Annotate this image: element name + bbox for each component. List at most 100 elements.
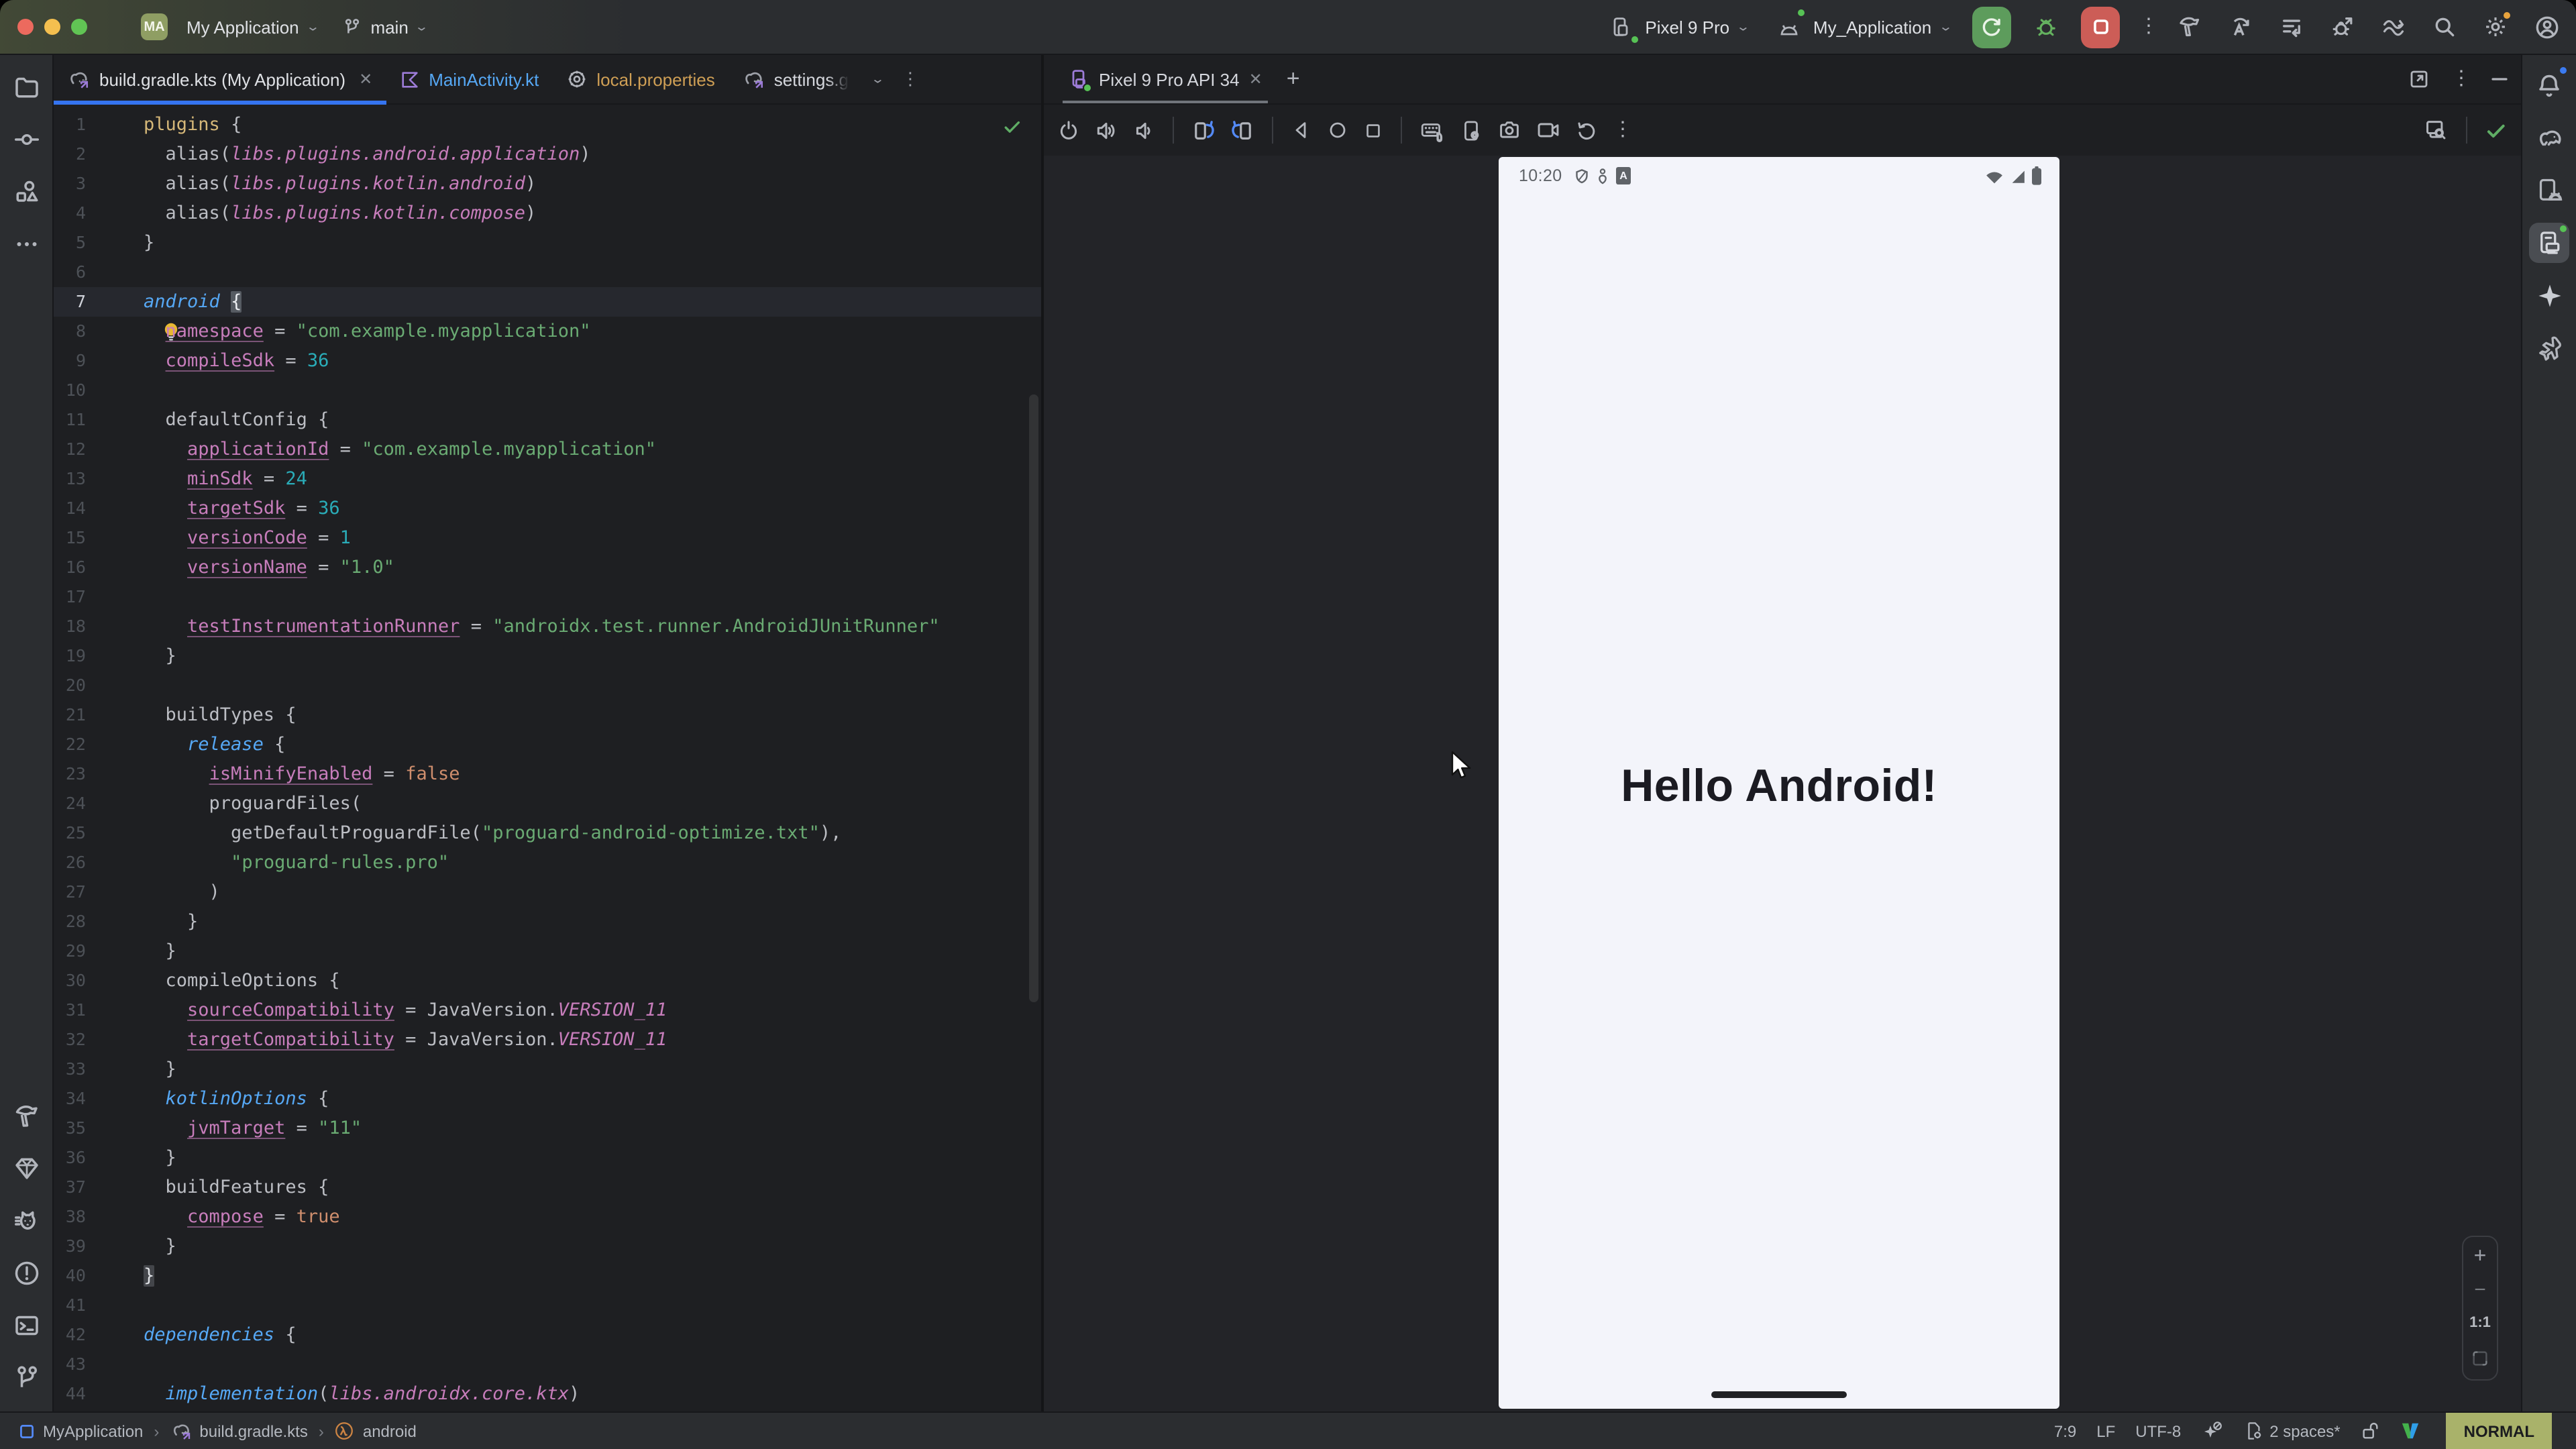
tab-mainactivity[interactable]: MainActivity.kt	[386, 55, 552, 103]
code-line[interactable]: 33 }	[54, 1055, 1041, 1084]
code-line[interactable]: 35 jvmTarget = "11"	[54, 1114, 1041, 1143]
home-icon[interactable]	[1327, 119, 1348, 141]
search-everywhere-button[interactable]	[2428, 11, 2461, 43]
tool-gradle[interactable]	[2529, 118, 2569, 158]
tool-running-devices[interactable]	[2529, 223, 2569, 263]
code-line[interactable]: 34 kotlinOptions {	[54, 1084, 1041, 1114]
panel-options-kebab[interactable]: ⋮	[2451, 72, 2467, 86]
screenshot-camera-icon[interactable]	[1497, 118, 1521, 142]
volume-down-icon[interactable]	[1132, 119, 1155, 142]
settings-button[interactable]	[2479, 11, 2512, 43]
code-line[interactable]: 18 testInstrumentationRunner = "androidx…	[54, 612, 1041, 641]
code-line[interactable]: 6	[54, 258, 1041, 287]
debug-button[interactable]	[2030, 11, 2062, 43]
hardware-input-icon[interactable]	[1419, 117, 1445, 143]
open-in-window-icon[interactable]	[2408, 68, 2430, 90]
attach-debugger-button[interactable]	[2326, 11, 2359, 43]
zoom-select-icon[interactable]	[2424, 118, 2449, 142]
file-lock-indicator[interactable]	[2361, 1421, 2381, 1441]
tool-commit[interactable]	[6, 119, 46, 160]
code-line[interactable]: 9 compileSdk = 36	[54, 346, 1041, 376]
code-line[interactable]: 10	[54, 376, 1041, 405]
code-line[interactable]: 2 alias(libs.plugins.android.application…	[54, 140, 1041, 169]
breadcrumb-file[interactable]: build.gradle.kts	[170, 1420, 307, 1442]
breadcrumb-symbol[interactable]: android	[335, 1421, 417, 1441]
zoom-level-label[interactable]: 1:1	[2469, 1315, 2491, 1331]
code-line[interactable]: 40}	[54, 1261, 1041, 1291]
code-line[interactable]: 12 applicationId = "com.example.myapplic…	[54, 435, 1041, 464]
editor-scrollbar[interactable]	[1029, 394, 1038, 1002]
inspections-ok-check-icon[interactable]	[1002, 117, 1022, 137]
volume-up-icon[interactable]	[1095, 119, 1118, 142]
close-window-button[interactable]	[17, 19, 34, 35]
tab-options-kebab[interactable]: ⋮	[892, 55, 928, 103]
code-line[interactable]: 27 )	[54, 877, 1041, 907]
hide-panel-icon[interactable]	[2489, 68, 2510, 90]
tool-structure[interactable]	[6, 172, 46, 212]
tool-gemini[interactable]	[2529, 275, 2569, 315]
tool-more[interactable]	[6, 224, 46, 264]
code-line[interactable]: 24 proguardFiles(	[54, 789, 1041, 818]
back-icon[interactable]	[1291, 119, 1312, 141]
code-line[interactable]: 32 targetCompatibility = JavaVersion.VER…	[54, 1025, 1041, 1055]
toolbar-more-kebab[interactable]: ⋮	[1613, 123, 1629, 137]
more-run-options-kebab[interactable]: ⋮	[2139, 20, 2155, 34]
power-icon[interactable]	[1057, 119, 1080, 142]
code-line[interactable]: 39 }	[54, 1232, 1041, 1261]
indent-indicator[interactable]: 2 spaces*	[2243, 1421, 2340, 1441]
code-line[interactable]: 20	[54, 671, 1041, 700]
rotate-right-icon[interactable]	[1230, 118, 1254, 142]
code-line[interactable]: 22 release {	[54, 730, 1041, 759]
encoding-indicator[interactable]: UTF-8	[2135, 1421, 2181, 1440]
tool-version-control[interactable]	[6, 1358, 46, 1398]
code-line[interactable]: 31 sourceCompatibility = JavaVersion.VER…	[54, 996, 1041, 1025]
code-line[interactable]: 23 isMinifyEnabled = false	[54, 759, 1041, 789]
code-line[interactable]: 13 minSdk = 24	[54, 464, 1041, 494]
tool-terminal[interactable]	[6, 1305, 46, 1346]
rotate-left-icon[interactable]	[1191, 118, 1216, 142]
caret-position[interactable]: 7:9	[2054, 1421, 2076, 1440]
ai-completion-status[interactable]	[2201, 1420, 2222, 1442]
code-line[interactable]: 16 versionName = "1.0"	[54, 553, 1041, 582]
device-selector[interactable]: Pixel 9 Pro ⌄	[1605, 11, 1749, 43]
code-line[interactable]: 29 }	[54, 936, 1041, 966]
device-tab[interactable]: Pixel 9 Pro API 34 ✕	[1063, 55, 1268, 103]
screen-record-icon[interactable]	[1536, 118, 1560, 142]
tool-logcat[interactable]	[6, 1201, 46, 1241]
device-screen[interactable]: 10:20 A Hello Android!	[1499, 157, 2059, 1409]
code-line[interactable]: 14 targetSdk = 36	[54, 494, 1041, 523]
code-line[interactable]: 41	[54, 1291, 1041, 1320]
close-icon[interactable]: ✕	[359, 70, 372, 89]
stop-button[interactable]	[2081, 6, 2120, 48]
tool-build[interactable]	[6, 1096, 46, 1136]
code-line[interactable]: 7android {	[54, 287, 1041, 317]
profiler-button[interactable]	[2377, 11, 2410, 43]
code-line[interactable]: 4 alias(libs.plugins.kotlin.compose)	[54, 199, 1041, 228]
code-line[interactable]: 8 namespace = "com.example.myapplication…	[54, 317, 1041, 346]
code-line[interactable]: 3 alias(libs.plugins.kotlin.android)	[54, 169, 1041, 199]
zoom-in-button[interactable]: +	[2474, 1248, 2487, 1267]
rerun-button[interactable]	[1972, 6, 2011, 48]
code-line[interactable]: 1plugins {	[54, 110, 1041, 140]
code-line[interactable]: 44 implementation(libs.androidx.core.ktx…	[54, 1379, 1041, 1409]
code-line[interactable]: 37 buildFeatures {	[54, 1173, 1041, 1202]
tool-device-manager[interactable]	[2529, 170, 2569, 211]
apply-code-changes-button[interactable]	[2275, 11, 2308, 43]
code-line[interactable]: 11 defaultConfig {	[54, 405, 1041, 435]
minimize-window-button[interactable]	[44, 19, 60, 35]
device-settings-icon[interactable]	[1460, 119, 1483, 142]
code-line[interactable]: 25 getDefaultProguardFile("proguard-andr…	[54, 818, 1041, 848]
project-widget[interactable]: MA My Application ⌄	[141, 13, 318, 40]
hidden-tabs-chevron[interactable]: ⌄	[862, 55, 892, 103]
code-line[interactable]: 30 compileOptions {	[54, 966, 1041, 996]
tab-build-gradle[interactable]: build.gradle.kts (My Application) ✕	[54, 55, 386, 103]
apply-changes-button[interactable]	[2224, 11, 2257, 43]
tool-project[interactable]	[6, 67, 46, 107]
zoom-window-button[interactable]	[71, 19, 87, 35]
profile-button[interactable]	[2530, 11, 2563, 43]
tab-local-properties[interactable]: local.properties	[552, 55, 728, 103]
close-icon[interactable]: ✕	[1249, 70, 1263, 89]
ideavim-widget[interactable]	[2401, 1421, 2421, 1441]
code-line[interactable]: 15 versionCode = 1	[54, 523, 1041, 553]
tab-settings-gradle[interactable]: settings.g	[729, 55, 862, 103]
